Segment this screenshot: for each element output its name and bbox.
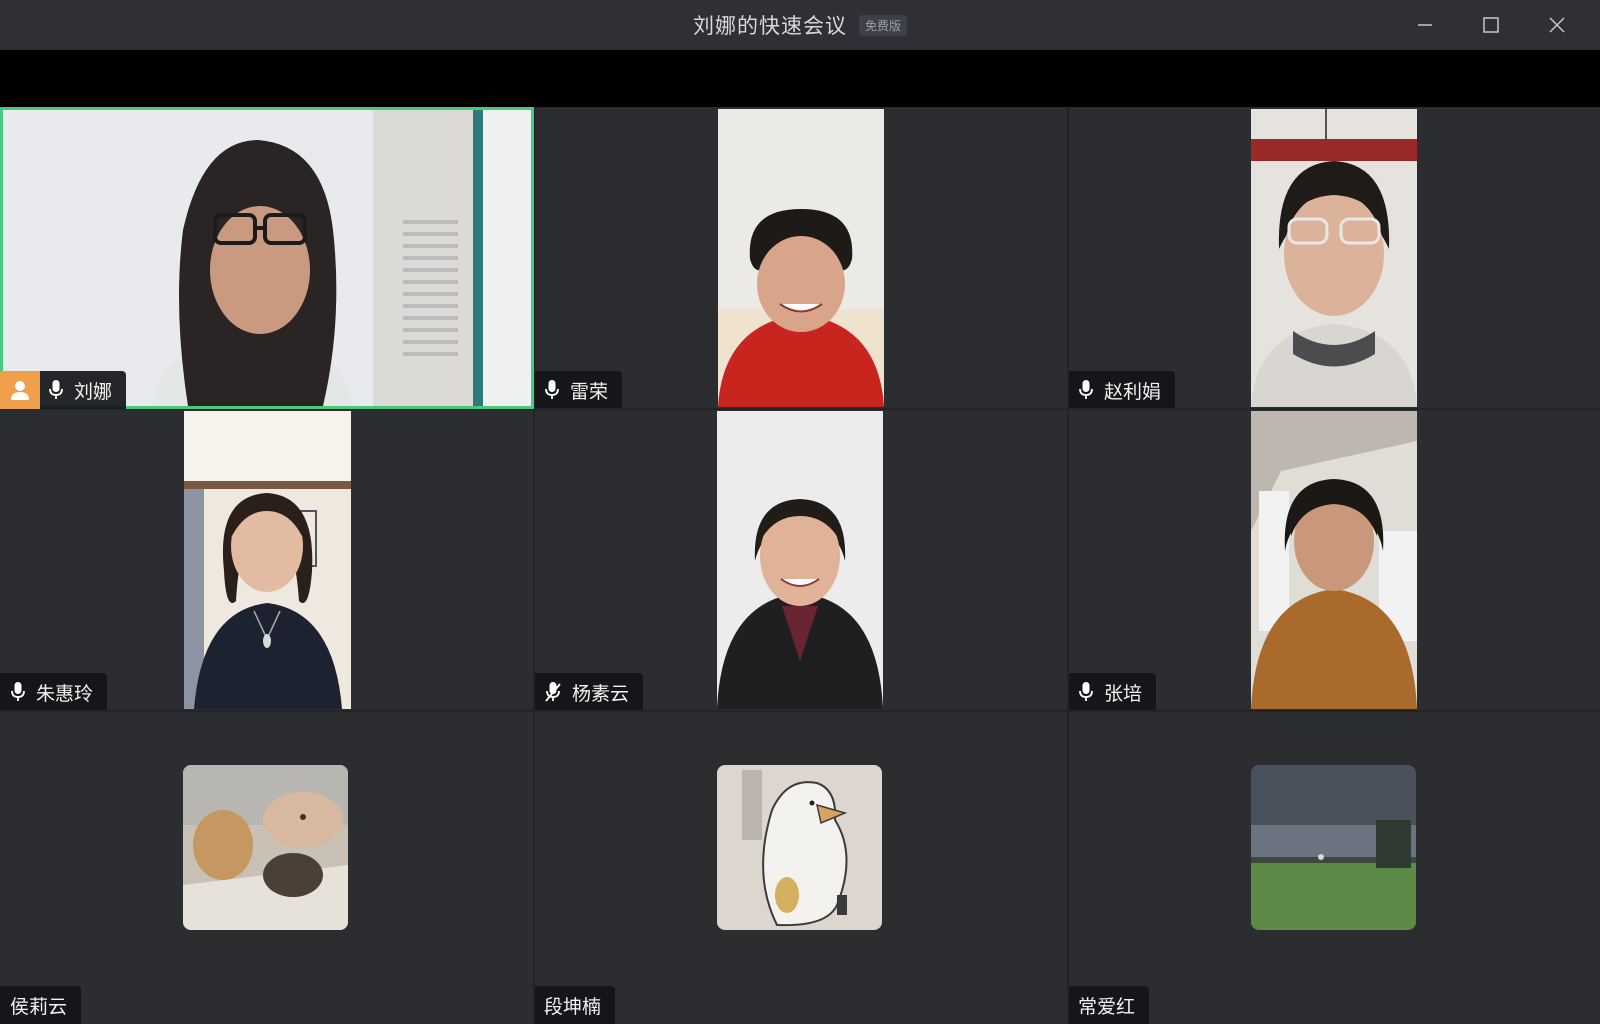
participant-namebar: 侯莉云 bbox=[0, 986, 82, 1024]
microphone-muted-icon bbox=[544, 681, 562, 703]
participant-name: 常爱红 bbox=[1078, 995, 1136, 1018]
participant-name: 杨素云 bbox=[572, 682, 630, 705]
participant-namebar: 雷荣 bbox=[534, 371, 623, 409]
participant-video bbox=[1251, 109, 1417, 407]
microphone-icon bbox=[10, 681, 26, 703]
participant-video bbox=[1251, 411, 1417, 709]
close-button[interactable] bbox=[1524, 0, 1590, 50]
grid-divider bbox=[1067, 107, 1069, 1024]
host-icon bbox=[0, 371, 40, 409]
participant-namebar: 常爱红 bbox=[1068, 986, 1150, 1024]
maximize-button[interactable] bbox=[1458, 0, 1524, 50]
window-controls bbox=[1392, 0, 1590, 50]
participant-video bbox=[3, 110, 531, 406]
participant-name: 雷荣 bbox=[570, 380, 609, 403]
maximize-icon bbox=[1483, 17, 1499, 33]
microphone-icon bbox=[48, 379, 64, 401]
participant-tile-7[interactable]: 侯莉云 bbox=[0, 711, 534, 1024]
minimize-button[interactable] bbox=[1392, 0, 1458, 50]
participant-namebar: 朱惠玲 bbox=[0, 673, 108, 711]
meeting-title: 刘娜的快速会议 bbox=[692, 14, 847, 38]
participant-namebar: 赵利娟 bbox=[1068, 371, 1176, 409]
grid-divider bbox=[0, 710, 1600, 712]
participant-tile-6[interactable]: 张培 bbox=[1068, 409, 1600, 711]
participant-avatar bbox=[1251, 765, 1416, 930]
participant-namebar: 杨素云 bbox=[534, 673, 644, 711]
participant-name: 刘娜 bbox=[74, 380, 113, 403]
participant-avatar bbox=[717, 765, 882, 930]
participant-tile-1[interactable]: 刘娜 bbox=[0, 107, 534, 409]
participant-avatar bbox=[183, 765, 348, 930]
participant-tile-4[interactable]: 朱惠玲 bbox=[0, 409, 534, 711]
top-black-bar bbox=[0, 50, 1600, 107]
microphone-icon bbox=[1078, 681, 1094, 703]
participant-video bbox=[718, 109, 884, 407]
participant-tile-5[interactable]: 杨素云 bbox=[534, 409, 1068, 711]
participant-namebar: 段坤楠 bbox=[534, 986, 616, 1024]
participant-name: 侯莉云 bbox=[10, 995, 68, 1018]
close-icon bbox=[1549, 17, 1565, 33]
participant-video bbox=[717, 411, 883, 709]
participant-video bbox=[184, 411, 351, 709]
participant-namebar: 张培 bbox=[1068, 673, 1157, 711]
participant-name: 朱惠玲 bbox=[36, 682, 94, 705]
participant-tile-3[interactable]: 赵利娟 bbox=[1068, 107, 1600, 409]
participant-name: 张培 bbox=[1104, 682, 1143, 705]
microphone-icon bbox=[544, 379, 560, 401]
participant-tile-9[interactable]: 常爱红 bbox=[1068, 711, 1600, 1024]
microphone-icon bbox=[1078, 379, 1094, 401]
participant-tile-8[interactable]: 段坤楠 bbox=[534, 711, 1068, 1024]
participant-namebar: 刘娜 bbox=[0, 371, 127, 409]
participant-grid: 刘娜 雷荣 赵利娟 朱惠玲 杨素云 张培 侯莉云 段坤楠 常爱红 bbox=[0, 107, 1600, 1024]
edition-badge: 免费版 bbox=[858, 14, 907, 36]
title-bar: 刘娜的快速会议 免费版 bbox=[0, 0, 1600, 50]
minimize-icon bbox=[1418, 24, 1432, 26]
participant-tile-2[interactable]: 雷荣 bbox=[534, 107, 1068, 409]
participant-name: 段坤楠 bbox=[544, 995, 602, 1018]
participant-name: 赵利娟 bbox=[1104, 380, 1162, 403]
